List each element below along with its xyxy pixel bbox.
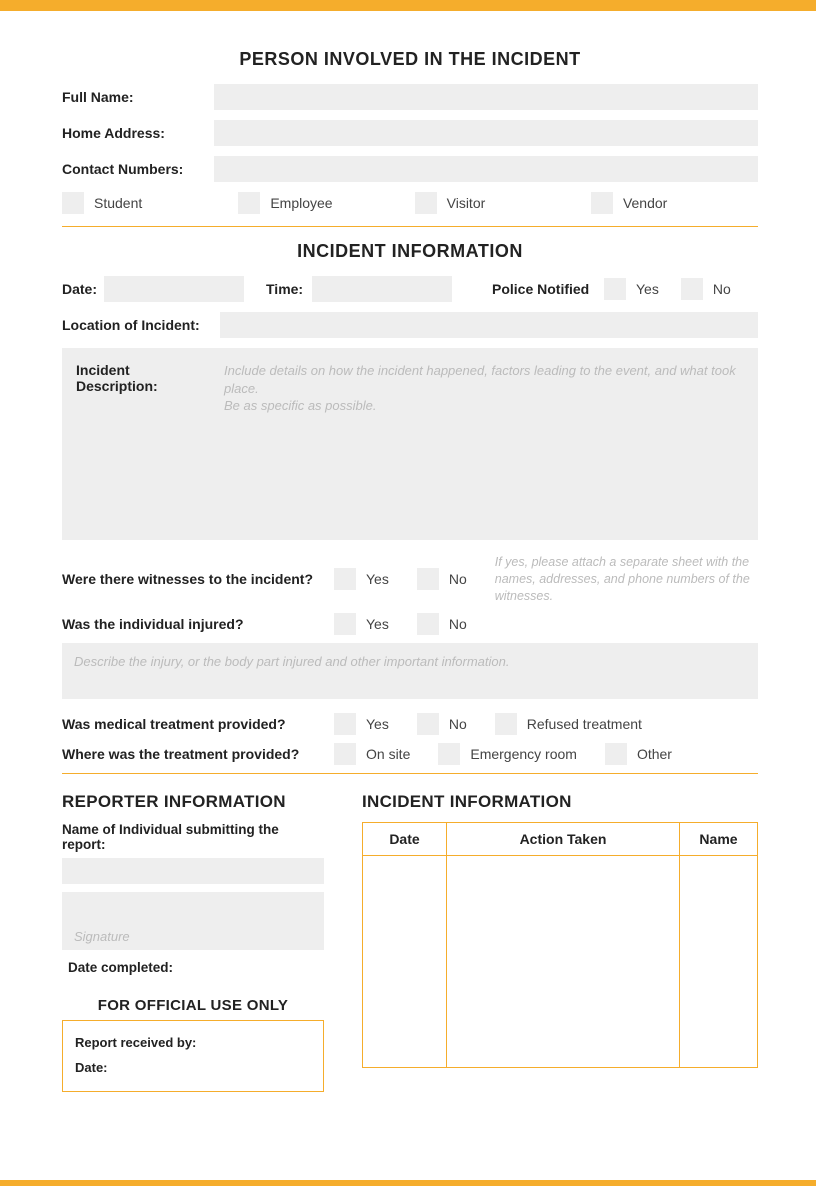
input-time[interactable] <box>312 276 452 302</box>
role-student: Student <box>62 192 229 214</box>
label-witness-q: Were there witnesses to the incident? <box>62 571 334 587</box>
section-person-title: PERSON INVOLVED IN THE INCIDENT <box>62 49 758 70</box>
section-incident-title: INCIDENT INFORMATION <box>62 241 758 262</box>
th-action: Action Taken <box>447 822 680 855</box>
label-medical-yes: Yes <box>366 716 389 732</box>
cell-action[interactable] <box>447 855 680 1067</box>
label-injured-no: No <box>449 616 467 632</box>
checkbox-injured-yes[interactable] <box>334 613 356 635</box>
cell-date[interactable] <box>363 855 447 1067</box>
checkbox-refused[interactable] <box>495 713 517 735</box>
cell-name[interactable] <box>680 855 758 1067</box>
row-contact: Contact Numbers: <box>62 156 758 182</box>
row-homeaddress: Home Address: <box>62 120 758 146</box>
label-refused: Refused treatment <box>527 716 642 732</box>
label-contact: Contact Numbers: <box>62 161 214 177</box>
role-row: Student Employee Visitor Vendor <box>62 192 758 214</box>
input-homeaddress[interactable] <box>214 120 758 146</box>
injury-hint: Describe the injury, or the body part in… <box>74 654 510 669</box>
signature-hint: Signature <box>74 928 130 946</box>
checkbox-onsite[interactable] <box>334 743 356 765</box>
label-injured-q: Was the individual injured? <box>62 616 334 632</box>
label-fullname: Full Name: <box>62 89 214 105</box>
page-content: PERSON INVOLVED IN THE INCIDENT Full Nam… <box>0 11 816 1142</box>
checkbox-vendor[interactable] <box>591 192 613 214</box>
role-vendor: Vendor <box>591 192 758 214</box>
checkbox-student[interactable] <box>62 192 84 214</box>
divider-2 <box>62 773 758 774</box>
label-where-q: Where was the treatment provided? <box>62 746 334 762</box>
reporter-column: REPORTER INFORMATION Name of Individual … <box>62 792 324 1092</box>
label-injured-yes: Yes <box>366 616 389 632</box>
incident-description-box[interactable]: Incident Description: Include details on… <box>62 348 758 540</box>
description-hint-wrap: Include details on how the incident happ… <box>224 362 744 526</box>
checkbox-other[interactable] <box>605 743 627 765</box>
row-where: Where was the treatment provided? On sit… <box>62 743 758 765</box>
label-vendor: Vendor <box>623 195 667 211</box>
checkbox-er[interactable] <box>438 743 460 765</box>
description-hint-1: Include details on how the incident happ… <box>224 362 744 397</box>
role-visitor: Visitor <box>415 192 582 214</box>
label-medical-q: Was medical treatment provided? <box>62 716 334 732</box>
label-homeaddress: Home Address: <box>62 125 214 141</box>
checkbox-police-yes[interactable] <box>604 278 626 300</box>
th-name: Name <box>680 822 758 855</box>
input-date[interactable] <box>104 276 244 302</box>
checkbox-witness-no[interactable] <box>417 568 439 590</box>
input-location[interactable] <box>220 312 758 338</box>
label-other: Other <box>637 746 672 762</box>
checkbox-employee[interactable] <box>238 192 260 214</box>
label-police-yes: Yes <box>636 281 659 297</box>
row-injured: Was the individual injured? Yes No <box>62 613 758 635</box>
label-police-no: No <box>713 281 731 297</box>
top-accent-bar <box>0 0 816 11</box>
table-row <box>363 855 758 1067</box>
action-title: INCIDENT INFORMATION <box>362 792 758 812</box>
action-table: Date Action Taken Name <box>362 822 758 1068</box>
label-student: Student <box>94 195 142 211</box>
checkbox-visitor[interactable] <box>415 192 437 214</box>
signature-box[interactable]: Signature <box>62 892 324 950</box>
description-hint-2: Be as specific as possible. <box>224 397 744 415</box>
row-datetime: Date: Time: Police Notified Yes No <box>62 276 758 302</box>
label-visitor: Visitor <box>447 195 486 211</box>
row-fullname: Full Name: <box>62 84 758 110</box>
bottom-columns: REPORTER INFORMATION Name of Individual … <box>62 792 758 1092</box>
row-location: Location of Incident: <box>62 312 758 338</box>
label-received-by: Report received by: <box>75 1035 311 1050</box>
label-witness-yes: Yes <box>366 571 389 587</box>
checkbox-medical-no[interactable] <box>417 713 439 735</box>
label-location: Location of Incident: <box>62 317 220 333</box>
label-police: Police Notified <box>492 281 604 297</box>
checkbox-medical-yes[interactable] <box>334 713 356 735</box>
label-medical-no: No <box>449 716 467 732</box>
checkbox-witness-yes[interactable] <box>334 568 356 590</box>
input-fullname[interactable] <box>214 84 758 110</box>
witness-hint: If yes, please attach a separate sheet w… <box>495 554 758 605</box>
label-time: Time: <box>266 281 312 297</box>
official-title: FOR OFFICIAL USE ONLY <box>62 997 324 1014</box>
checkbox-injured-no[interactable] <box>417 613 439 635</box>
label-reporter-name: Name of Individual submitting the report… <box>62 822 324 852</box>
bottom-accent-bar <box>0 1180 816 1186</box>
label-witness-no: No <box>449 571 467 587</box>
divider-1 <box>62 226 758 227</box>
label-date-completed: Date completed: <box>68 960 324 975</box>
action-column: INCIDENT INFORMATION Date Action Taken N… <box>362 792 758 1092</box>
row-witnesses: Were there witnesses to the incident? Ye… <box>62 554 758 605</box>
input-reporter-name[interactable] <box>62 858 324 884</box>
checkbox-police-no[interactable] <box>681 278 703 300</box>
th-date: Date <box>363 822 447 855</box>
label-official-date: Date: <box>75 1060 311 1075</box>
label-employee: Employee <box>270 195 332 211</box>
label-onsite: On site <box>366 746 410 762</box>
label-date: Date: <box>62 281 104 297</box>
injury-description-box[interactable]: Describe the injury, or the body part in… <box>62 643 758 699</box>
reporter-title: REPORTER INFORMATION <box>62 792 324 812</box>
row-medical: Was medical treatment provided? Yes No R… <box>62 713 758 735</box>
label-description: Incident Description: <box>76 362 206 526</box>
role-employee: Employee <box>238 192 405 214</box>
input-contact[interactable] <box>214 156 758 182</box>
label-er: Emergency room <box>470 746 577 762</box>
